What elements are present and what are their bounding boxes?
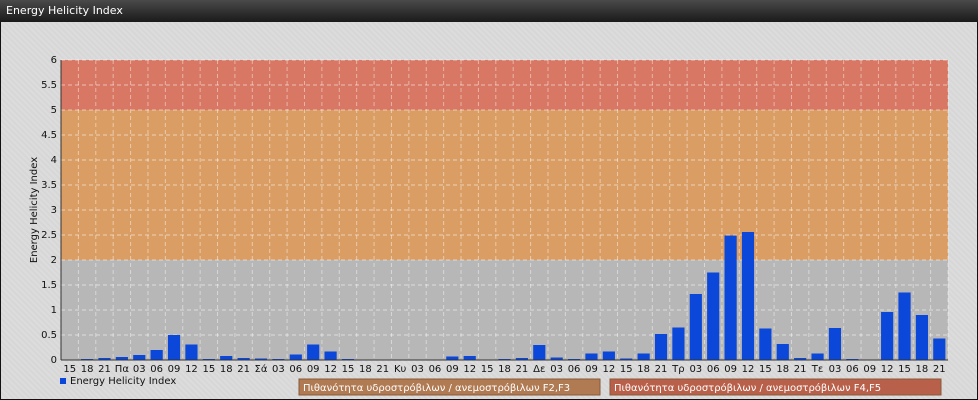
bar (672, 327, 685, 360)
bar (776, 344, 789, 360)
bar (654, 334, 668, 360)
y-tick-label: 5 (51, 105, 57, 116)
x-tick-label: 15 (481, 364, 494, 375)
y-tick-label: 3 (51, 205, 57, 216)
x-tick-label: 18 (359, 364, 372, 375)
x-tick-label: Κυ (394, 364, 407, 375)
legend-swatch (60, 378, 66, 384)
bar (689, 294, 702, 360)
x-tick-label: 18 (637, 364, 650, 375)
x-tick-label: 12 (463, 364, 476, 375)
x-tick-label: 21 (376, 364, 389, 375)
bar (724, 235, 737, 360)
x-tick-label: 12 (324, 364, 337, 375)
bar (707, 272, 720, 360)
y-tick-label: 0 (51, 355, 57, 366)
x-tick-label: 09 (724, 364, 737, 375)
bar (533, 345, 546, 360)
bar (585, 353, 598, 360)
x-tick-label: 18 (81, 364, 94, 375)
legend-label: Energy Helicity Index (70, 376, 176, 387)
y-axis-title: Energy Helicity Index (29, 157, 40, 263)
x-tick-label: 21 (237, 364, 250, 375)
bar (289, 354, 302, 360)
x-tick-label: 21 (655, 364, 668, 375)
bar (811, 353, 824, 360)
x-tick-label: 15 (202, 364, 215, 375)
x-tick-label: 06 (150, 364, 163, 375)
x-tick-label: 06 (846, 364, 859, 375)
bar (915, 315, 928, 360)
bar (933, 338, 946, 360)
x-tick-label: 06 (429, 364, 442, 375)
x-tick-label: 09 (446, 364, 459, 375)
y-tick-label: 1 (51, 305, 57, 316)
x-tick-label: Τε (811, 364, 824, 375)
x-tick-label: 18 (220, 364, 233, 375)
x-tick-label: 06 (707, 364, 720, 375)
bar (324, 351, 337, 360)
x-tick-label: 12 (881, 364, 894, 375)
y-tick-label: 6 (51, 55, 57, 66)
x-tick-label: 21 (98, 364, 111, 375)
bar (759, 328, 772, 360)
bar (446, 356, 459, 360)
x-tick-label: 06 (289, 364, 302, 375)
x-tick-label: 06 (568, 364, 581, 375)
x-tick-label: 03 (689, 364, 702, 375)
ehi-bar-chart: 00.511.522.533.544.555.5615 18 21 Πα 03 06 09 1… (29, 55, 949, 396)
x-tick-label: Τρ (671, 364, 684, 375)
x-tick-label: Δε (533, 364, 545, 375)
y-tick-label: 4 (51, 155, 57, 166)
x-tick-label: 21 (933, 364, 946, 375)
y-tick-label: 2.5 (41, 230, 57, 241)
x-tick-label: 12 (602, 364, 615, 375)
x-tick-label: 03 (411, 364, 424, 375)
bar (463, 356, 476, 360)
x-tick-label: 15 (63, 364, 76, 375)
y-tick-label: 5.5 (41, 80, 57, 91)
x-tick-label: 09 (863, 364, 876, 375)
bar (185, 344, 198, 360)
bar (307, 344, 320, 360)
x-tick-label: 09 (585, 364, 598, 375)
x-tick-label: 09 (307, 364, 320, 375)
bar (741, 232, 755, 360)
bar (828, 328, 842, 360)
x-tick-label: Πα (115, 364, 130, 375)
chart-window: Energy Helicity Index 0 0.5 1 1.5 2 2.5 3 3.5 4 4… (0, 0, 978, 400)
bar (220, 356, 233, 360)
x-tick-label: 18 (498, 364, 511, 375)
x-tick-label: 15 (342, 364, 355, 375)
x-tick-label: 15 (759, 364, 772, 375)
bar (637, 353, 650, 360)
x-tick-label: 21 (516, 364, 529, 375)
x-tick-label: 03 (550, 364, 563, 375)
range-legend-label: Πιθανότητα υδροστρόβιλων / ανεμοστρόβιλω… (303, 382, 570, 394)
x-tick-label: 18 (916, 364, 929, 375)
x-tick-label: 09 (168, 364, 181, 375)
bar (602, 351, 615, 360)
y-tick-label: 3.5 (41, 180, 57, 191)
bar (167, 335, 181, 360)
bar (133, 355, 146, 360)
x-tick-label: 12 (185, 364, 198, 375)
x-tick-label: 03 (133, 364, 146, 375)
y-tick-label: 1.5 (41, 280, 57, 291)
x-tick-label: 12 (742, 364, 755, 375)
bar (898, 292, 911, 360)
y-tick-label: 2 (51, 255, 57, 266)
x-tick-label: 03 (829, 364, 842, 375)
bar (881, 312, 894, 360)
y-tick-label: 0.5 (41, 330, 57, 341)
x-tick-label: 15 (898, 364, 911, 375)
bar (150, 350, 163, 360)
range-legend-label: Πιθανότητα υδροστρόβιλων / ανεμοστρόβιλω… (614, 382, 881, 394)
x-tick-label: 21 (794, 364, 807, 375)
x-tick-label: 15 (620, 364, 633, 375)
x-tick-label: 03 (272, 364, 285, 375)
y-tick-label: 4.5 (41, 130, 57, 141)
x-tick-label: Σά (255, 363, 268, 375)
x-tick-label: 18 (776, 364, 789, 375)
